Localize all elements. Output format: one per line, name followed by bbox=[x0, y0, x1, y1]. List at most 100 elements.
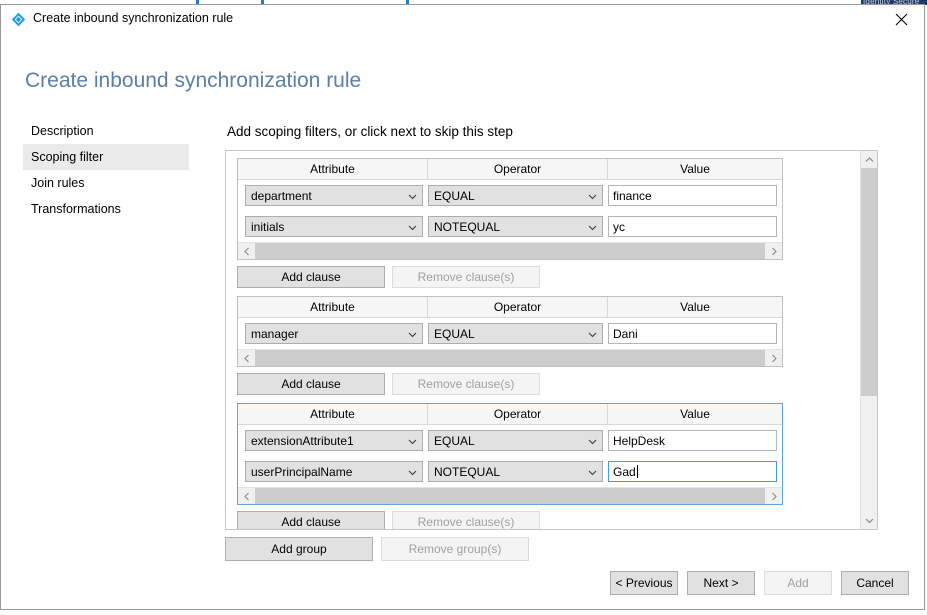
sidebar-item-label: Description bbox=[31, 124, 94, 138]
clause-grid-hscrollbar[interactable] bbox=[238, 487, 782, 504]
operator-cell: EQUAL bbox=[428, 185, 608, 206]
attribute-cell: initials bbox=[238, 216, 428, 237]
clause-grid-hscrollbar[interactable] bbox=[238, 242, 782, 259]
scroll-down-icon[interactable] bbox=[861, 512, 877, 529]
scroll-right-icon[interactable] bbox=[765, 350, 782, 366]
clause-grid-header: Attribute Operator Value bbox=[238, 297, 782, 318]
operator-cell: EQUAL bbox=[428, 323, 608, 344]
column-header-operator: Operator bbox=[428, 159, 608, 179]
add-group-button[interactable]: Add group bbox=[225, 537, 373, 561]
content-instruction: Add scoping filters, or click next to sk… bbox=[227, 124, 513, 139]
attribute-cell: extensionAttribute1 bbox=[238, 430, 428, 451]
sidebar-item-join-rules[interactable]: Join rules bbox=[23, 170, 189, 196]
chevron-down-icon bbox=[408, 434, 417, 448]
clause-buttons: Add clause Remove clause(s) bbox=[237, 511, 783, 529]
scoping-filter-scroll-panel: Attribute Operator Value department EQUA… bbox=[225, 150, 878, 530]
value-input[interactable]: yc bbox=[608, 216, 777, 237]
attribute-select[interactable]: department bbox=[245, 185, 423, 206]
clause-buttons: Add clause Remove clause(s) bbox=[237, 373, 783, 395]
value-input-text: Gad bbox=[613, 464, 636, 479]
operator-cell: EQUAL bbox=[428, 430, 608, 451]
dialog-title: Create inbound synchronization rule bbox=[33, 11, 234, 25]
operator-select[interactable]: NOTEQUAL bbox=[428, 461, 603, 482]
chevron-down-icon bbox=[408, 220, 417, 234]
clause-row: manager EQUAL Dani bbox=[238, 318, 782, 349]
remove-group-button[interactable]: Remove group(s) bbox=[381, 537, 529, 561]
operator-select[interactable]: EQUAL bbox=[428, 185, 603, 206]
operator-select[interactable]: EQUAL bbox=[428, 430, 603, 451]
sidebar-item-transformations[interactable]: Transformations bbox=[23, 196, 189, 222]
text-caret bbox=[636, 465, 638, 478]
vscrollbar-thumb[interactable] bbox=[861, 168, 877, 396]
attribute-select[interactable]: initials bbox=[245, 216, 423, 237]
scroll-left-icon[interactable] bbox=[238, 243, 255, 259]
value-input-text: Dani bbox=[613, 326, 638, 341]
attribute-cell: manager bbox=[238, 323, 428, 344]
clause-row: userPrincipalName NOTEQUAL Gad bbox=[238, 456, 782, 487]
operator-select[interactable]: EQUAL bbox=[428, 323, 603, 344]
scoping-filter-groups-container: Attribute Operator Value department EQUA… bbox=[226, 151, 862, 529]
chevron-down-icon bbox=[408, 465, 417, 479]
value-input[interactable]: HelpDesk bbox=[608, 430, 777, 451]
value-input-text: finance bbox=[613, 188, 652, 203]
chevron-down-icon bbox=[408, 189, 417, 203]
sidebar-item-label: Join rules bbox=[31, 176, 85, 190]
scroll-left-icon[interactable] bbox=[238, 350, 255, 366]
clause-grid: Attribute Operator Value extensionAttrib… bbox=[237, 403, 783, 505]
column-header-attribute: Attribute bbox=[238, 404, 428, 424]
panel-vscrollbar[interactable] bbox=[860, 151, 877, 529]
remove-clause-button[interactable]: Remove clause(s) bbox=[392, 266, 540, 288]
scroll-up-icon[interactable] bbox=[861, 151, 877, 168]
sidebar-item-description[interactable]: Description bbox=[23, 118, 189, 144]
sidebar-item-scoping-filter[interactable]: Scoping filter bbox=[23, 144, 189, 170]
remove-clause-button[interactable]: Remove clause(s) bbox=[392, 373, 540, 395]
attribute-select[interactable]: userPrincipalName bbox=[245, 461, 423, 482]
clause-grid-header: Attribute Operator Value bbox=[238, 159, 782, 180]
clause-row: department EQUAL finance bbox=[238, 180, 782, 211]
add-clause-button[interactable]: Add clause bbox=[237, 266, 385, 288]
page-title: Create inbound synchronization rule bbox=[25, 69, 362, 92]
value-input-text: HelpDesk bbox=[613, 433, 666, 448]
column-header-operator: Operator bbox=[428, 297, 608, 317]
attribute-select-value: department bbox=[251, 188, 312, 203]
value-cell: HelpDesk bbox=[608, 430, 782, 451]
operator-select[interactable]: NOTEQUAL bbox=[428, 216, 603, 237]
column-header-value: Value bbox=[680, 162, 710, 176]
column-header-attribute: Attribute bbox=[238, 159, 428, 179]
next-button[interactable]: Next > bbox=[687, 571, 755, 595]
clause-grid: Attribute Operator Value department EQUA… bbox=[237, 158, 783, 260]
scroll-left-icon[interactable] bbox=[238, 488, 255, 504]
close-icon[interactable] bbox=[879, 5, 924, 33]
clause-row: extensionAttribute1 EQUAL HelpDesk bbox=[238, 425, 782, 456]
dialog-footer: < Previous Next > Add Cancel bbox=[610, 571, 909, 595]
operator-select-value: NOTEQUAL bbox=[434, 219, 501, 234]
hscrollbar-thumb[interactable] bbox=[255, 243, 765, 259]
chevron-down-icon bbox=[588, 327, 597, 341]
column-header-attribute: Attribute bbox=[238, 297, 428, 317]
cancel-button[interactable]: Cancel bbox=[841, 571, 909, 595]
chevron-down-icon bbox=[588, 189, 597, 203]
sidebar-item-label: Scoping filter bbox=[31, 150, 104, 164]
value-input[interactable]: Dani bbox=[608, 323, 777, 344]
column-header-value: Value bbox=[680, 300, 710, 314]
add-clause-button[interactable]: Add clause bbox=[237, 511, 385, 529]
attribute-select[interactable]: extensionAttribute1 bbox=[245, 430, 423, 451]
hscrollbar-thumb[interactable] bbox=[255, 488, 765, 504]
hscrollbar-thumb[interactable] bbox=[255, 350, 765, 366]
chevron-down-icon bbox=[588, 220, 597, 234]
add-clause-button[interactable]: Add clause bbox=[237, 373, 385, 395]
scroll-right-icon[interactable] bbox=[765, 243, 782, 259]
clause-grid-hscrollbar[interactable] bbox=[238, 349, 782, 366]
add-button[interactable]: Add bbox=[764, 571, 832, 595]
operator-select-value: EQUAL bbox=[434, 433, 475, 448]
clause-grid: Attribute Operator Value manager EQUAL D… bbox=[237, 296, 783, 367]
previous-button[interactable]: < Previous bbox=[610, 571, 678, 595]
remove-clause-button[interactable]: Remove clause(s) bbox=[392, 511, 540, 529]
value-input[interactable]: finance bbox=[608, 185, 777, 206]
attribute-select-value: manager bbox=[251, 326, 299, 341]
value-input[interactable]: Gad bbox=[608, 461, 777, 482]
attribute-select[interactable]: manager bbox=[245, 323, 423, 344]
chevron-down-icon bbox=[588, 465, 597, 479]
scroll-right-icon[interactable] bbox=[765, 488, 782, 504]
column-header-operator: Operator bbox=[428, 404, 608, 424]
